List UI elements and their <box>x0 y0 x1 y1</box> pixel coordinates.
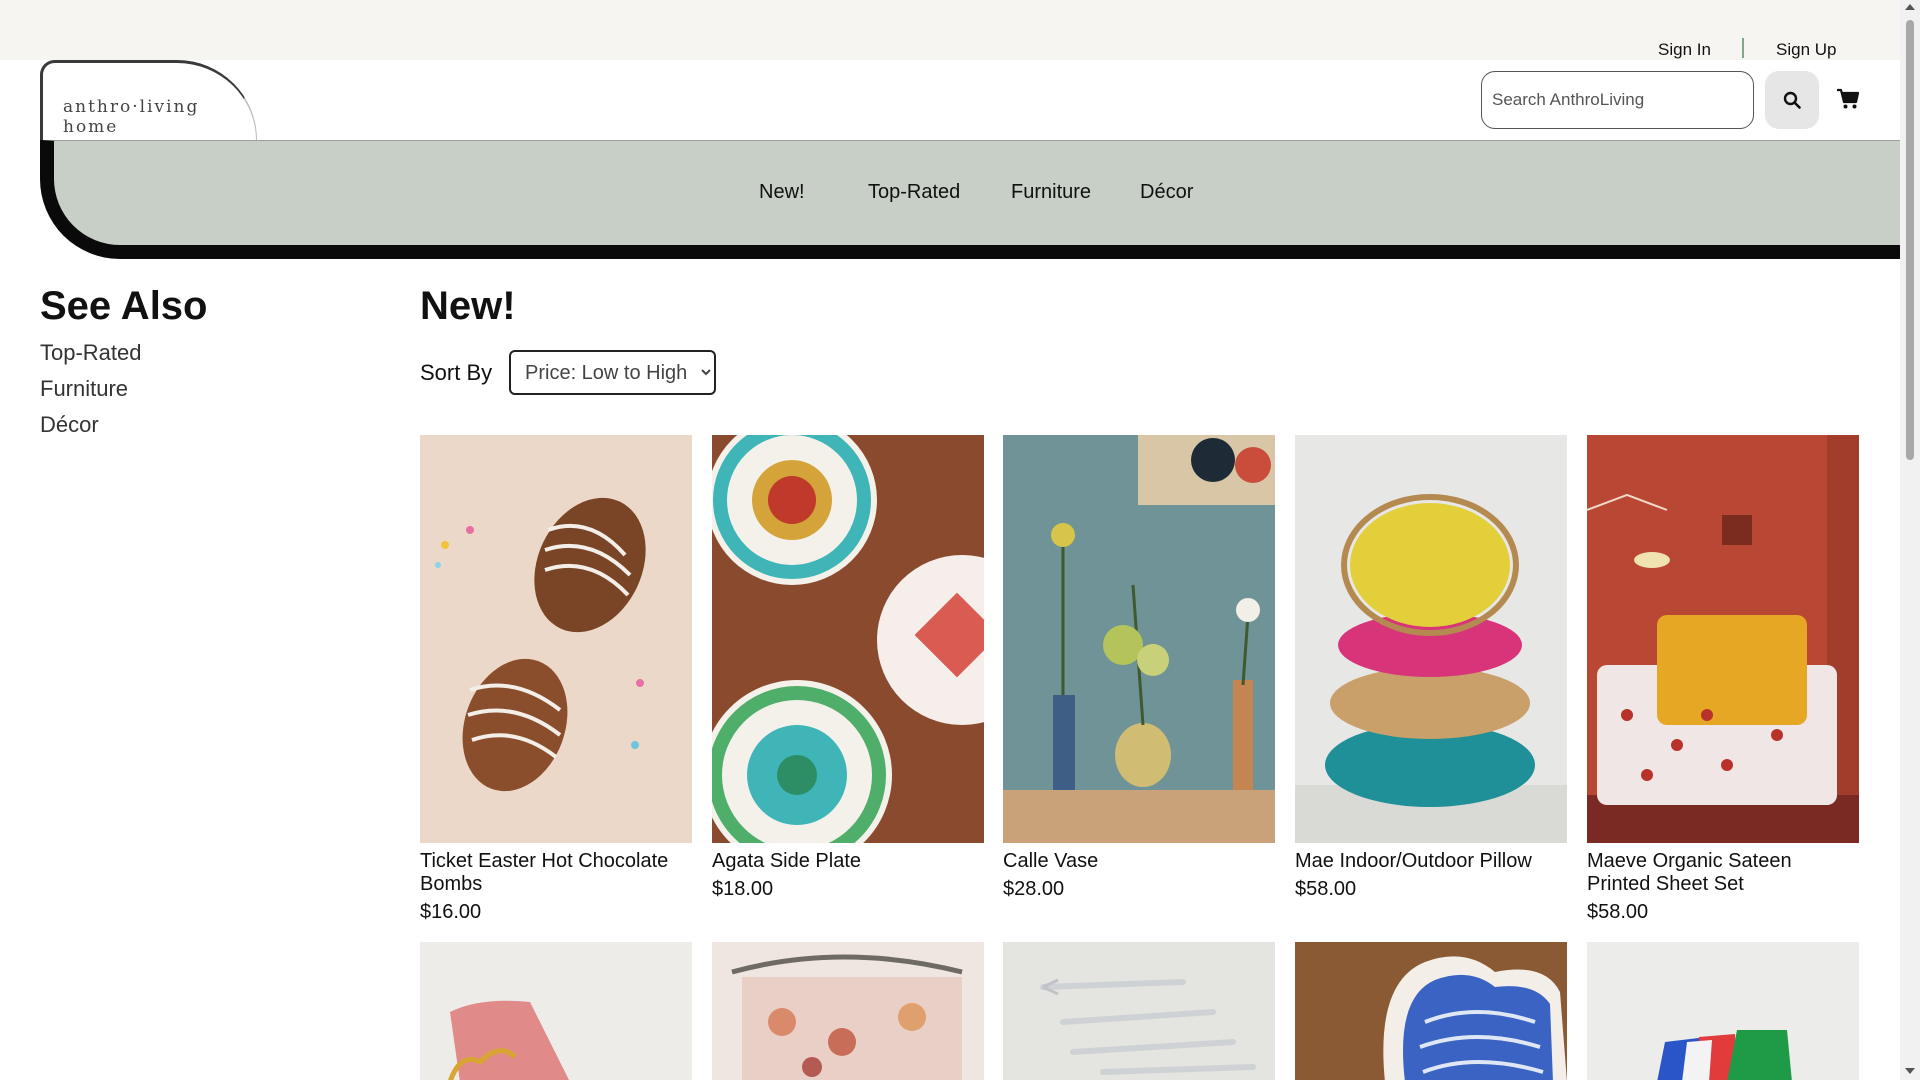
header: anthro·living home <box>0 60 1900 140</box>
logo-text: anthro·living home <box>63 97 200 137</box>
cart-icon[interactable] <box>1836 88 1860 110</box>
search-input[interactable] <box>1481 71 1754 129</box>
scroll-up-icon[interactable] <box>1905 4 1915 10</box>
utility-bar: Sign In Sign Up <box>0 0 1900 60</box>
product-image[interactable] <box>1295 435 1567 843</box>
product-name[interactable]: Agata Side Plate <box>712 850 984 873</box>
product-image[interactable] <box>712 942 984 1080</box>
sign-up-link[interactable]: Sign Up <box>1776 40 1836 60</box>
product-name[interactable]: Calle Vase <box>1003 850 1275 873</box>
nav-item-top-rated[interactable]: Top-Rated <box>868 181 960 204</box>
product-price: $18.00 <box>712 878 774 900</box>
product-price: $58.00 <box>1587 901 1649 923</box>
product-card[interactable]: Mae Indoor/Outdoor Pillow $58.00 <box>1295 435 1567 901</box>
product-image[interactable] <box>712 435 984 843</box>
product-image[interactable] <box>1587 942 1859 1080</box>
nav-item-decor[interactable]: Décor <box>1140 181 1193 204</box>
nav-item-furniture[interactable]: Furniture <box>1011 181 1091 204</box>
product-image[interactable] <box>1003 435 1275 843</box>
scroll-down-icon[interactable] <box>1905 1068 1915 1074</box>
search-icon <box>1783 91 1801 109</box>
product-card[interactable] <box>1295 942 1567 1080</box>
nav-item-new[interactable]: New! <box>759 181 805 204</box>
product-card[interactable] <box>712 942 984 1080</box>
product-name[interactable]: Ticket Easter Hot Chocolate Bombs <box>420 850 692 896</box>
product-price: $58.00 <box>1295 878 1357 900</box>
page-title: New! <box>420 284 516 328</box>
product-card[interactable]: Ticket Easter Hot Chocolate Bombs $16.00 <box>420 435 692 924</box>
logo[interactable]: anthro·living home <box>40 60 257 140</box>
search-button[interactable] <box>1765 71 1819 129</box>
product-price: $28.00 <box>1003 878 1065 900</box>
sort-label: Sort By <box>420 360 493 385</box>
sidebar-item-top-rated[interactable]: Top-Rated <box>40 340 142 366</box>
main-nav: New! Top-Rated Furniture Décor <box>40 140 1900 259</box>
sort-select[interactable]: Price: Low to High <box>509 350 716 395</box>
product-card[interactable] <box>1587 942 1859 1080</box>
product-image[interactable] <box>1587 435 1859 843</box>
product-image[interactable] <box>1003 942 1275 1080</box>
product-name[interactable]: Maeve Organic Sateen Printed Sheet Set <box>1587 850 1859 896</box>
product-price: $16.00 <box>420 901 482 923</box>
product-card[interactable]: Maeve Organic Sateen Printed Sheet Set $… <box>1587 435 1859 924</box>
product-image[interactable] <box>1295 942 1567 1080</box>
divider <box>1742 38 1744 58</box>
product-name[interactable]: Mae Indoor/Outdoor Pillow <box>1295 850 1567 873</box>
sidebar-item-decor[interactable]: Décor <box>40 412 99 438</box>
scrollbar[interactable] <box>1900 0 1920 1080</box>
product-card[interactable] <box>1003 942 1275 1080</box>
sidebar-item-furniture[interactable]: Furniture <box>40 376 128 402</box>
product-card[interactable]: Agata Side Plate $18.00 <box>712 435 984 901</box>
product-image[interactable] <box>420 435 692 843</box>
sign-in-link[interactable]: Sign In <box>1658 40 1711 60</box>
scrollbar-thumb[interactable] <box>1906 20 1914 460</box>
product-card[interactable] <box>420 942 692 1080</box>
product-card[interactable]: Calle Vase $28.00 <box>1003 435 1275 901</box>
product-image[interactable] <box>420 942 692 1080</box>
sidebar-title: See Also <box>40 284 208 328</box>
